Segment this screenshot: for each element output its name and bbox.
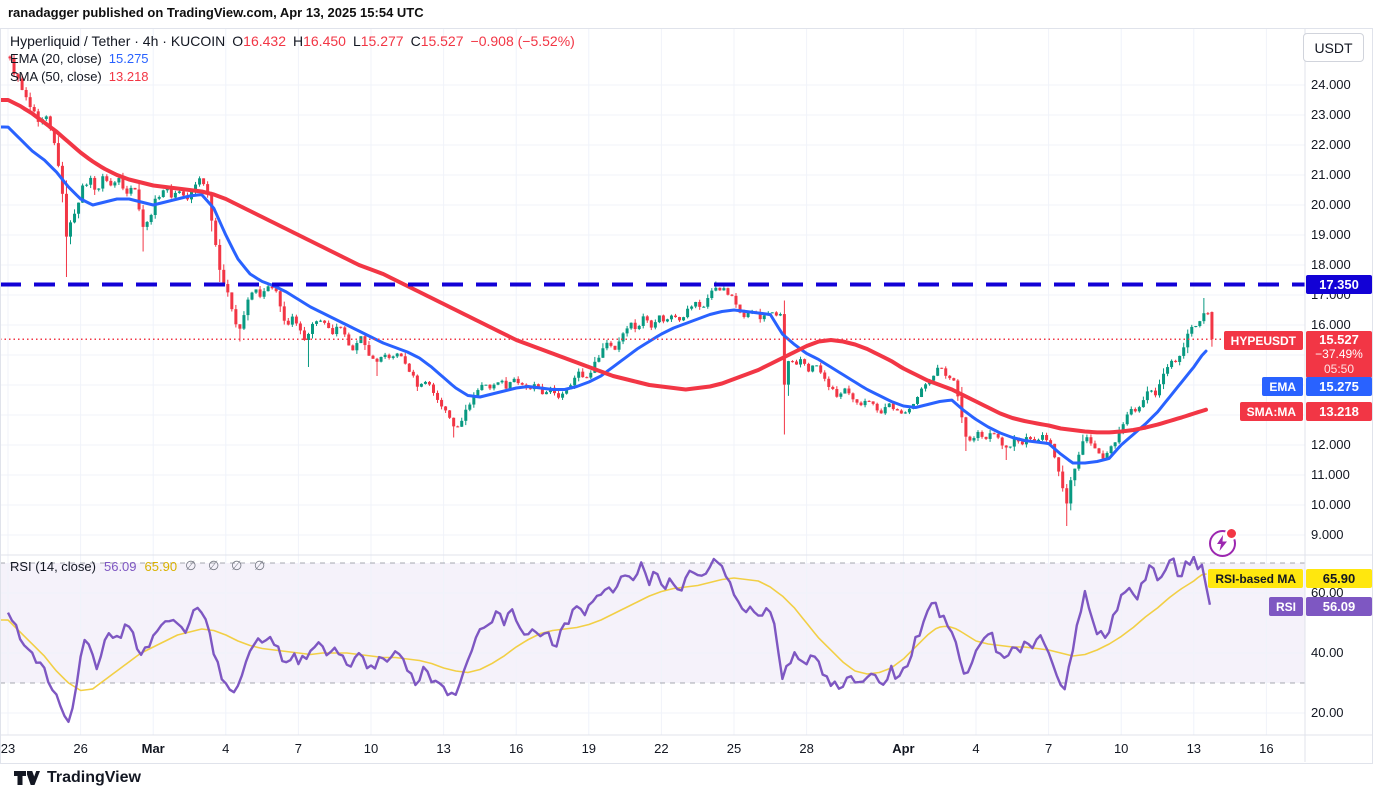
- sma-price-badge: 13.218: [1306, 402, 1372, 421]
- rsi-axis-label: 40.00: [1311, 645, 1344, 660]
- time-axis-label: 4: [954, 741, 998, 756]
- ema-chip: EMA: [1262, 377, 1303, 396]
- sma-legend-row[interactable]: SMA (50, close) 13.218: [10, 69, 575, 85]
- ohlc-change: −0.908 (−5.52%): [471, 33, 575, 49]
- time-axis-label: Mar: [131, 741, 175, 756]
- ohlc-close: C15.527: [411, 33, 464, 49]
- resistance-level-price-badge: 17.350: [1306, 275, 1372, 294]
- sma-chip: SMA:MA: [1240, 402, 1303, 421]
- notification-dot: [1225, 527, 1238, 540]
- sma-label: SMA (50, close): [10, 69, 102, 85]
- price-axis-label: 11.000: [1311, 467, 1350, 482]
- candlestick-series: [9, 55, 1214, 526]
- rsi-band-fill: [0, 563, 1305, 683]
- time-axis-label: 19: [567, 741, 611, 756]
- price-axis-label: 10.000: [1311, 497, 1351, 512]
- time-axis-label: 23: [0, 741, 30, 756]
- sma-value: 13.218: [109, 69, 149, 85]
- time-axis-label: 4: [204, 741, 248, 756]
- rsi-ma-chip: RSI-based MA: [1208, 569, 1303, 588]
- last-price-change: −37.49%: [1315, 347, 1363, 362]
- tradingview-logo[interactable]: TradingView: [14, 769, 141, 787]
- rsi-axis-label: 20.00: [1311, 705, 1344, 720]
- rsi-hidden-values: ∅ ∅ ∅ ∅: [185, 558, 269, 574]
- flash-idea-icon[interactable]: [1209, 530, 1236, 557]
- ohlc-low: L15.277: [353, 33, 404, 49]
- time-axis-label: 16: [494, 741, 538, 756]
- price-axis-label: 22.000: [1311, 137, 1351, 152]
- symbol-title: Hyperliquid / Tether · 4h · KUCOIN: [10, 33, 225, 49]
- rsi-value: 56.09: [104, 559, 137, 574]
- rsi-chip: RSI: [1269, 597, 1303, 616]
- symbol-name-chip: HYPEUSDT: [1224, 331, 1303, 350]
- price-axis-label: 19.000: [1311, 227, 1351, 242]
- currency-unit-button[interactable]: USDT: [1303, 33, 1364, 62]
- ema-price-badge: 15.275: [1306, 377, 1372, 396]
- price-axis-label: 9.000: [1311, 527, 1344, 542]
- time-axis-label: 13: [422, 741, 466, 756]
- price-axis-label: 16.000: [1311, 317, 1351, 332]
- price-axis-label: 12.000: [1311, 437, 1351, 452]
- ema-label: EMA (20, close): [10, 51, 102, 67]
- tradingview-logo-text: TradingView: [47, 769, 141, 787]
- price-axis-label: 24.000: [1311, 77, 1351, 92]
- tradingview-logomark-icon: [14, 770, 40, 786]
- price-axis-label: 23.000: [1311, 107, 1351, 122]
- time-axis-label: 26: [59, 741, 103, 756]
- main-chart-legend[interactable]: Hyperliquid / Tether · 4h · KUCOIN O16.4…: [10, 33, 575, 87]
- time-axis-label: 10: [1099, 741, 1143, 756]
- ema-legend-row[interactable]: EMA (20, close) 15.275: [10, 51, 575, 67]
- time-axis-label: 13: [1172, 741, 1216, 756]
- rsi-ma-value-badge: 65.90: [1306, 569, 1372, 588]
- price-axis-label: 18.000: [1311, 257, 1351, 272]
- symbol-legend-row[interactable]: Hyperliquid / Tether · 4h · KUCOIN O16.4…: [10, 33, 575, 49]
- ohlc-high: H16.450: [293, 33, 346, 49]
- last-price-badge: 15.527 −37.49% 05:50: [1306, 331, 1372, 378]
- price-axis-label: 20.000: [1311, 197, 1351, 212]
- sma50-line: [0, 100, 1206, 432]
- time-axis-label: 28: [785, 741, 829, 756]
- rsi-label: RSI (14, close): [10, 559, 96, 574]
- time-axis-label: Apr: [881, 741, 925, 756]
- time-axis-label: 7: [1027, 741, 1071, 756]
- price-axis-label: 21.000: [1311, 167, 1351, 182]
- ema-value: 15.275: [109, 51, 149, 67]
- rsi-legend-row[interactable]: RSI (14, close) 56.09 65.90 ∅ ∅ ∅ ∅: [10, 558, 269, 574]
- time-axis-label: 16: [1244, 741, 1288, 756]
- time-axis-label: 7: [276, 741, 320, 756]
- rsi-ma-value: 65.90: [145, 559, 178, 574]
- chart-canvas[interactable]: [0, 0, 1373, 796]
- last-price-value: 15.527: [1319, 332, 1359, 347]
- time-axis-label: 10: [349, 741, 393, 756]
- candle-countdown: 05:50: [1324, 362, 1354, 377]
- rsi-value-badge: 56.09: [1306, 597, 1372, 616]
- ohlc-open: O16.432: [232, 33, 286, 49]
- time-axis-label: 25: [712, 741, 756, 756]
- time-axis-label: 22: [639, 741, 683, 756]
